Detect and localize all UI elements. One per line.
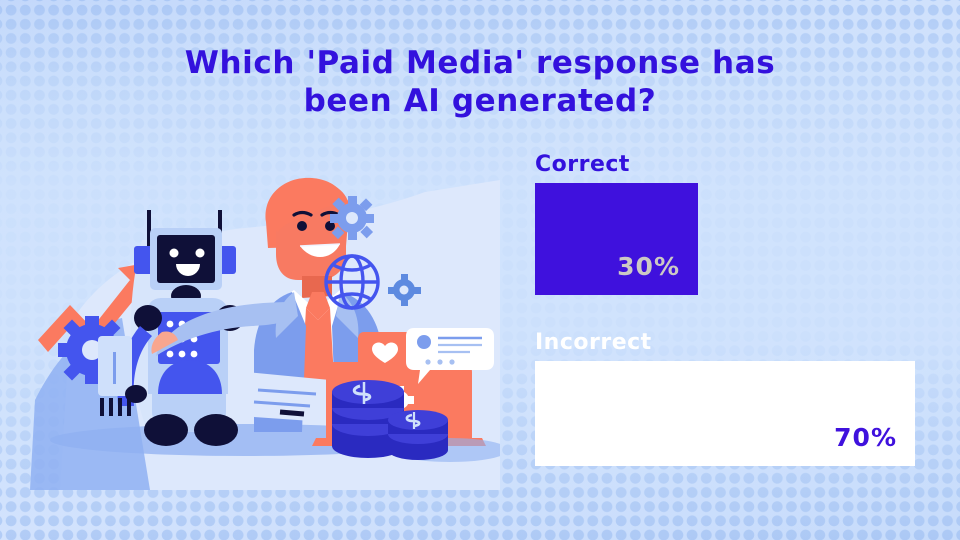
bar-label-correct: Correct [535,152,630,177]
bar-correct: 30% [535,183,698,295]
bar-group-correct: Correct 30% [535,152,698,295]
bar-label-incorrect: Incorrect [535,330,652,355]
page-title-line-1: Which 'Paid Media' response has [184,45,776,81]
bar-value-correct: 30% [617,252,680,281]
bar-group-incorrect: Incorrect 70% [535,330,915,466]
slide-root: Which 'Paid Media' response has been AI … [0,0,960,540]
page-title-line-2: been AI generated? [303,83,657,119]
bar-incorrect: 70% [535,361,915,466]
page-title: Which 'Paid Media' response has been AI … [0,44,960,120]
bar-value-incorrect: 70% [834,423,897,452]
